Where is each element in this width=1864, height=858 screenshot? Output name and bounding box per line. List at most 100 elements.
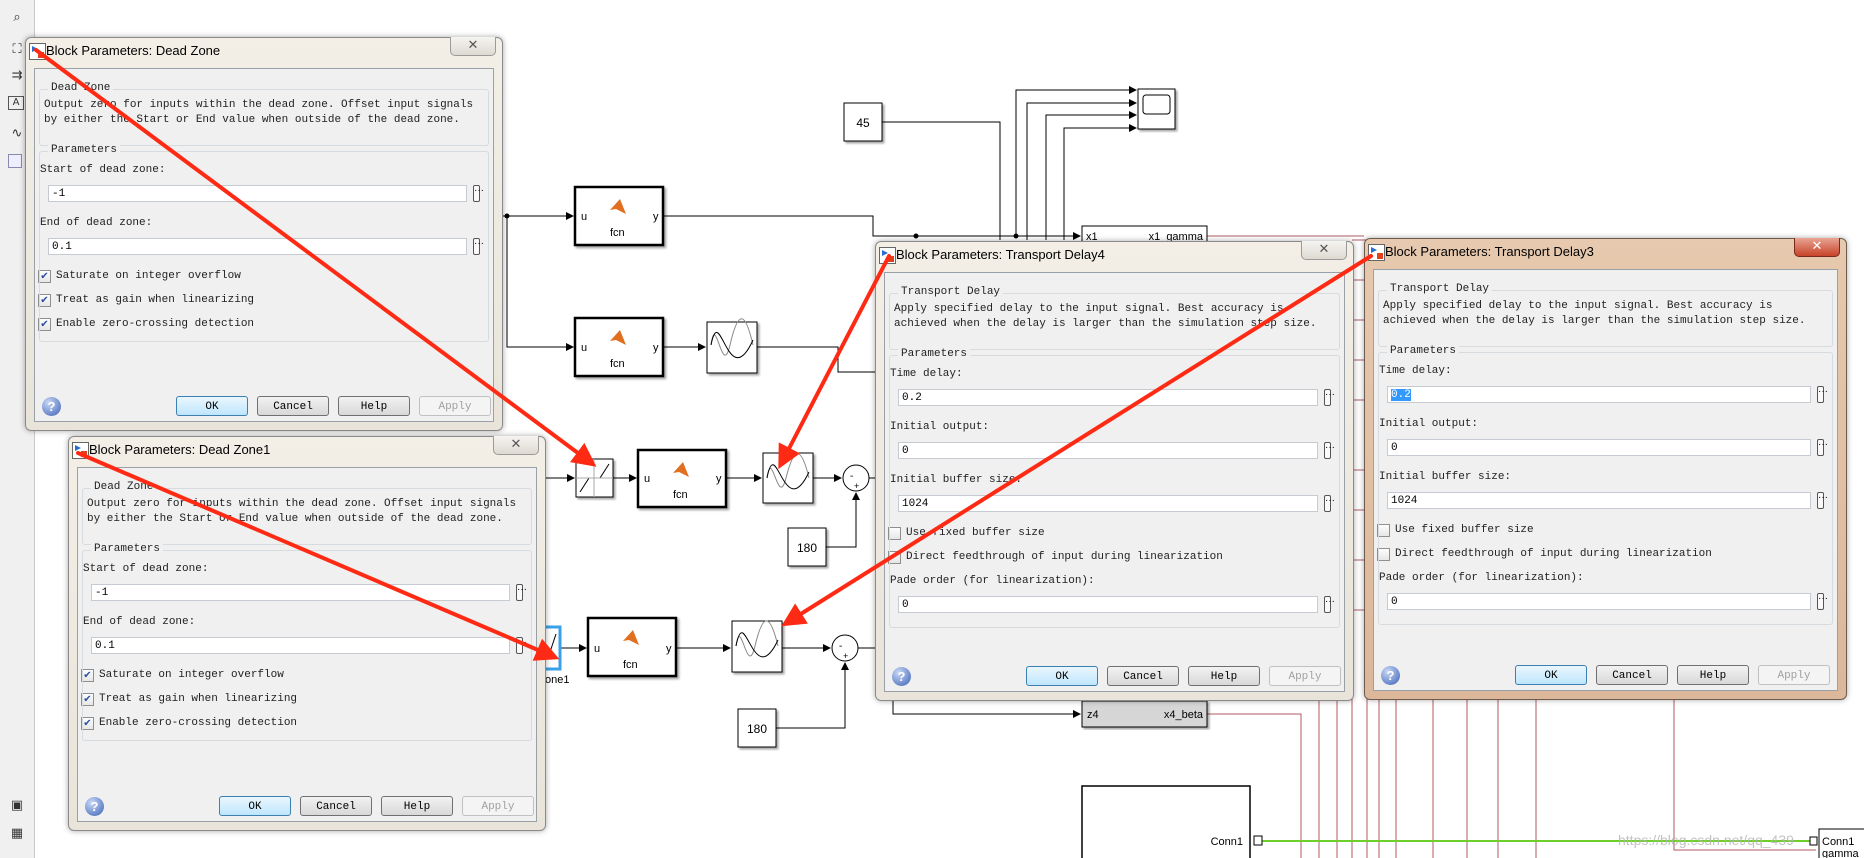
bus-input-label: z4 xyxy=(1087,709,1099,721)
help-icon[interactable]: ? xyxy=(1381,666,1400,685)
dialog-body: Transport Delay Apply specified delay to … xyxy=(884,272,1345,692)
description-text: Apply specified delay to the input signa… xyxy=(1383,300,1773,312)
simulink-block-icon xyxy=(29,43,46,60)
fcn-block-3[interactable]: u y fcn xyxy=(636,448,728,509)
group-title: Parameters xyxy=(898,348,971,360)
dialog-title: Block Parameters: Transport Delay4 xyxy=(896,247,1105,262)
transport-delay-block-1[interactable] xyxy=(706,318,758,374)
port-u: u xyxy=(581,211,587,223)
dead-zone1-label: one1 xyxy=(545,674,569,686)
scope-block[interactable] xyxy=(1137,88,1176,130)
close-button[interactable]: ✕ xyxy=(493,436,539,455)
subsystem-port-label: Conn1 xyxy=(1211,836,1243,848)
description-text: Output zero for inputs within the dead z… xyxy=(44,99,474,111)
constant-value: 180 xyxy=(747,722,767,736)
dialog-body: Dead Zone Output zero for inputs within t… xyxy=(34,68,494,422)
constant-45-block[interactable]: 45 xyxy=(843,102,883,142)
parameters-group: Parameters xyxy=(1378,345,1833,625)
constant-value: 45 xyxy=(856,116,870,130)
fcn-block-4[interactable]: u y fcn xyxy=(586,616,678,678)
ok-button[interactable]: OK xyxy=(1515,665,1587,685)
description-text: achieved when the delay is larger than t… xyxy=(1383,315,1806,327)
group-title: Parameters xyxy=(48,144,121,156)
conn-port-icon xyxy=(1253,835,1263,846)
close-button[interactable]: ✕ xyxy=(1794,238,1840,257)
sum-block-2[interactable]: -+ xyxy=(831,634,859,662)
bus-output-label: x4_beta xyxy=(1164,709,1204,721)
fcn-block-2[interactable]: u y fcn xyxy=(573,316,665,378)
output-port-label: gamma xyxy=(1822,848,1860,858)
fcn-block-1[interactable]: u y fcn xyxy=(573,185,665,247)
group-title: Transport Delay xyxy=(898,286,1004,298)
help-button[interactable]: Help xyxy=(1677,665,1749,685)
dialog-title: Block Parameters: Transport Delay3 xyxy=(1385,244,1594,259)
port-u: u xyxy=(581,342,587,354)
svg-text:-: - xyxy=(839,641,842,652)
svg-text:+: + xyxy=(854,481,859,491)
constant-180-block-1[interactable]: 180 xyxy=(787,527,827,567)
ok-button[interactable]: OK xyxy=(176,396,248,416)
block-parameters-dialog: Block Parameters: Dead Zone ✕ Dead Zone Out… xyxy=(25,37,503,431)
ok-button[interactable]: OK xyxy=(1026,666,1098,686)
group-title: Transport Delay xyxy=(1387,283,1493,295)
output-block[interactable]: Conn1 gamma xyxy=(1809,828,1864,858)
help-button[interactable]: Help xyxy=(381,796,453,816)
scope-screen-icon xyxy=(1142,94,1171,115)
dialog-title: Block Parameters: Dead Zone1 xyxy=(89,442,271,457)
sum-block-1[interactable]: -+ xyxy=(842,464,870,492)
block-parameters-dialog: Block Parameters: Dead Zone1 ✕ Dead Zone Ou… xyxy=(68,436,546,831)
port-u: u xyxy=(594,643,600,655)
apply-button: Apply xyxy=(1269,666,1341,686)
group-title: Parameters xyxy=(91,543,164,555)
constant-180-block-2[interactable]: 180 xyxy=(737,708,777,748)
dialog-body: Transport Delay Apply specified delay to … xyxy=(1373,269,1838,691)
close-button[interactable]: ✕ xyxy=(1301,241,1347,260)
cancel-button[interactable]: Cancel xyxy=(1596,665,1668,685)
help-icon[interactable]: ? xyxy=(85,797,104,816)
simulink-block-icon xyxy=(1368,244,1385,261)
port-y: y xyxy=(666,643,672,655)
svg-text:-: - xyxy=(850,471,853,482)
description-text: Output zero for inputs within the dead z… xyxy=(87,498,517,510)
svg-text:+: + xyxy=(843,651,848,661)
fcn-label: fcn xyxy=(610,227,625,239)
watermark: https://blog.csdn.net/qq_439 xyxy=(1618,832,1794,848)
ok-button[interactable]: OK xyxy=(219,796,291,816)
description-text: Apply specified delay to the input signa… xyxy=(894,303,1284,315)
fcn-label: fcn xyxy=(610,358,625,370)
help-button[interactable]: Help xyxy=(1188,666,1260,686)
port-y: y xyxy=(653,211,659,223)
apply-button: Apply xyxy=(419,396,491,416)
simulink-block-icon xyxy=(879,247,896,264)
transport-delay-block-3[interactable] xyxy=(762,452,814,504)
sum-blocks: -+ -+ xyxy=(831,464,870,662)
help-button[interactable]: Help xyxy=(338,396,410,416)
parameters-group: Parameters xyxy=(82,543,532,741)
group-title: Dead Zone xyxy=(48,82,114,94)
dialog-body: Dead Zone Output zero for inputs within t… xyxy=(77,467,537,822)
group-title: Parameters xyxy=(1387,345,1460,357)
description-text: by either the Start or End value when ou… xyxy=(87,513,503,525)
close-button[interactable]: ✕ xyxy=(450,37,496,56)
cancel-button[interactable]: Cancel xyxy=(1107,666,1179,686)
help-icon[interactable]: ? xyxy=(892,667,911,686)
block-parameters-dialog: Block Parameters: Transport Delay4 ✕ Trans… xyxy=(875,241,1354,701)
transport-delay-block-4[interactable] xyxy=(731,620,783,673)
dialog-title: Block Parameters: Dead Zone xyxy=(46,43,221,58)
help-icon[interactable]: ? xyxy=(42,397,61,416)
subsystem-block[interactable]: Conn1 xyxy=(1081,785,1263,858)
port-u: u xyxy=(644,473,650,485)
fcn-label: fcn xyxy=(623,659,638,671)
apply-button: Apply xyxy=(462,796,534,816)
bus-block-z4[interactable]: z4 x4_beta xyxy=(1081,700,1208,728)
cancel-button[interactable]: Cancel xyxy=(300,796,372,816)
parameters-group: Parameters xyxy=(39,144,489,342)
description-text: by either the Start or End value when ou… xyxy=(44,114,460,126)
port-y: y xyxy=(653,342,659,354)
output-port-label: Conn1 xyxy=(1822,836,1854,848)
dead-zone-block[interactable] xyxy=(575,458,614,498)
description-text: achieved when the delay is larger than t… xyxy=(894,318,1317,330)
cancel-button[interactable]: Cancel xyxy=(257,396,329,416)
port-y: y xyxy=(716,473,722,485)
conn-port-icon xyxy=(1809,836,1818,846)
